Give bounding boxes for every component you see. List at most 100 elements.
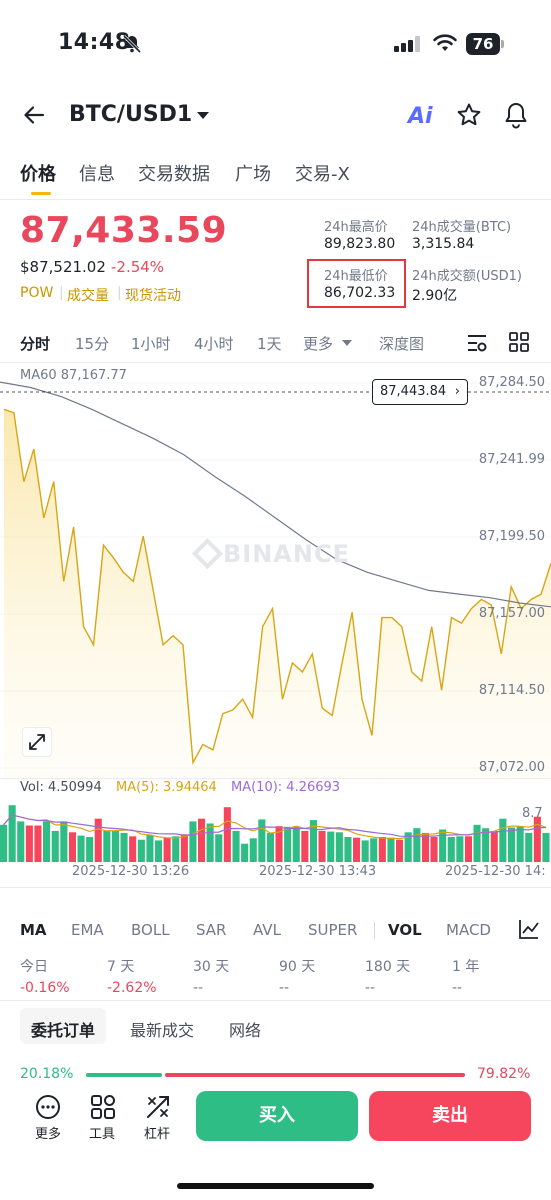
volume-bar [206, 823, 214, 862]
vol-ma5: MA(5): 3.94464 [116, 780, 217, 795]
star-icon[interactable] [456, 102, 482, 128]
tab-order-book[interactable]: 委托订单 [31, 1017, 95, 1041]
perf-label: 30 天 [193, 959, 230, 975]
tf-4h[interactable]: 4小时 [194, 333, 234, 354]
volume-bar [43, 821, 51, 862]
y-axis-label: 87,284.50 [478, 375, 545, 390]
perf-value: -- [193, 980, 204, 996]
x-label-1: 2025-12-30 13:26 [72, 864, 190, 879]
dates-divider [0, 887, 551, 888]
tab-price[interactable]: 价格 [20, 160, 56, 186]
volume-bar [137, 839, 145, 862]
tab-trading-data[interactable]: 交易数据 [138, 160, 210, 186]
bell-icon[interactable] [503, 101, 529, 129]
tab-underline [31, 192, 51, 195]
volume-bar [223, 807, 231, 862]
tag-separator: | [117, 285, 122, 301]
tab-square[interactable]: 广场 [235, 160, 271, 186]
back-arrow-icon[interactable] [22, 103, 46, 127]
volume-bar [25, 825, 33, 862]
pair-title[interactable]: BTC/USD1 [69, 102, 192, 127]
indicator-chart-icon[interactable] [518, 918, 540, 940]
tab-network[interactable]: 网络 [229, 1017, 261, 1041]
tf-1h[interactable]: 1小时 [131, 333, 171, 354]
buy-ratio: 20.18% [20, 1066, 74, 1082]
volume-bar [146, 835, 154, 862]
perf-label: 1 年 [452, 959, 480, 975]
last-price: 87,433.59 [20, 210, 228, 251]
volume-chart[interactable] [0, 800, 551, 862]
perf-label: 180 天 [365, 959, 411, 975]
tag-spot-activity[interactable]: 现货活动 [125, 285, 181, 305]
leverage-icon[interactable] [145, 1094, 171, 1120]
perf-value: -- [452, 980, 463, 996]
tag-volume[interactable]: 成交量 [67, 285, 109, 305]
volume-bar [0, 824, 8, 862]
ind-super[interactable]: SUPER [308, 921, 357, 939]
y-axis-label: 87,157.00 [478, 606, 545, 621]
current-price-tag[interactable]: 87,443.84 › [372, 379, 468, 405]
perf-value: -0.16% [20, 980, 70, 996]
tools-icon[interactable] [90, 1094, 116, 1120]
volume-bar [396, 839, 404, 862]
volume-bar [103, 830, 111, 862]
volume-bar [232, 830, 240, 862]
perf-label: 7 天 [107, 959, 135, 975]
tabs-divider [0, 199, 551, 200]
buy-button[interactable]: 买入 [196, 1091, 358, 1141]
volume-bar [370, 838, 378, 862]
perf-divider [0, 1000, 551, 1001]
tf-more[interactable]: 更多 [303, 333, 333, 354]
volume-bar [292, 826, 300, 862]
ind-sar[interactable]: SAR [196, 921, 226, 939]
more-icon[interactable] [35, 1094, 61, 1120]
sell-button[interactable]: 卖出 [369, 1091, 531, 1141]
perf-value: -- [279, 980, 290, 996]
tf-depth[interactable]: 深度图 [379, 333, 424, 354]
ind-ema[interactable]: EMA [71, 921, 104, 939]
sell-ratio: 79.82% [477, 1066, 531, 1082]
ind-macd[interactable]: MACD [446, 921, 491, 939]
wifi-icon [433, 34, 457, 51]
layout-grid-icon[interactable] [509, 332, 529, 352]
volume-bar [155, 840, 163, 862]
tab-info[interactable]: 信息 [79, 160, 115, 186]
sell-ratio-bar [165, 1073, 465, 1077]
tf-15m[interactable]: 15分 [75, 333, 109, 354]
home-indicator[interactable] [177, 1183, 374, 1189]
tab-recent-trades[interactable]: 最新成交 [130, 1017, 194, 1041]
vol-ma10: MA(10): 4.26693 [231, 780, 341, 795]
more-label[interactable]: 更多 [35, 1123, 61, 1142]
vol-usd-value: 2.90亿 [412, 288, 458, 304]
volume-bar [525, 832, 533, 862]
ma60-line [0, 381, 551, 608]
tf-1d[interactable]: 1天 [257, 333, 282, 354]
ai-icon[interactable]: Ai [408, 104, 433, 129]
volume-bar [361, 840, 369, 862]
volume-bar [327, 831, 335, 862]
price-chart[interactable] [0, 362, 551, 782]
volume-bar [51, 830, 59, 862]
volume-bar [68, 832, 76, 862]
tag-pow[interactable]: POW [20, 285, 53, 301]
tf-line[interactable]: 分时 [20, 333, 50, 354]
tools-label[interactable]: 工具 [89, 1123, 115, 1142]
expand-icon [29, 734, 45, 750]
vol-usd-label: 24h成交额(USD1) [412, 269, 522, 284]
expand-chart-button[interactable] [22, 727, 52, 757]
volume-bar [129, 836, 137, 862]
ind-avl[interactable]: AVL [253, 921, 281, 939]
volume-bar [335, 832, 343, 862]
tab-trade-x[interactable]: 交易-X [295, 160, 350, 186]
chart-settings-icon[interactable] [466, 332, 488, 354]
ind-ma[interactable]: MA [20, 921, 47, 939]
y-axis-label: 87,114.50 [478, 683, 545, 698]
ind-boll[interactable]: BOLL [131, 921, 170, 939]
battery-icon: 76 [466, 33, 500, 55]
y-axis-label: 87,241.99 [478, 452, 545, 467]
ind-vol[interactable]: VOL [388, 921, 422, 939]
caret-down-icon[interactable] [197, 112, 209, 119]
caret-down-icon[interactable] [342, 340, 352, 346]
leverage-label[interactable]: 杠杆 [144, 1123, 170, 1142]
ma60-value: MA60 87,167.77 [20, 368, 127, 383]
